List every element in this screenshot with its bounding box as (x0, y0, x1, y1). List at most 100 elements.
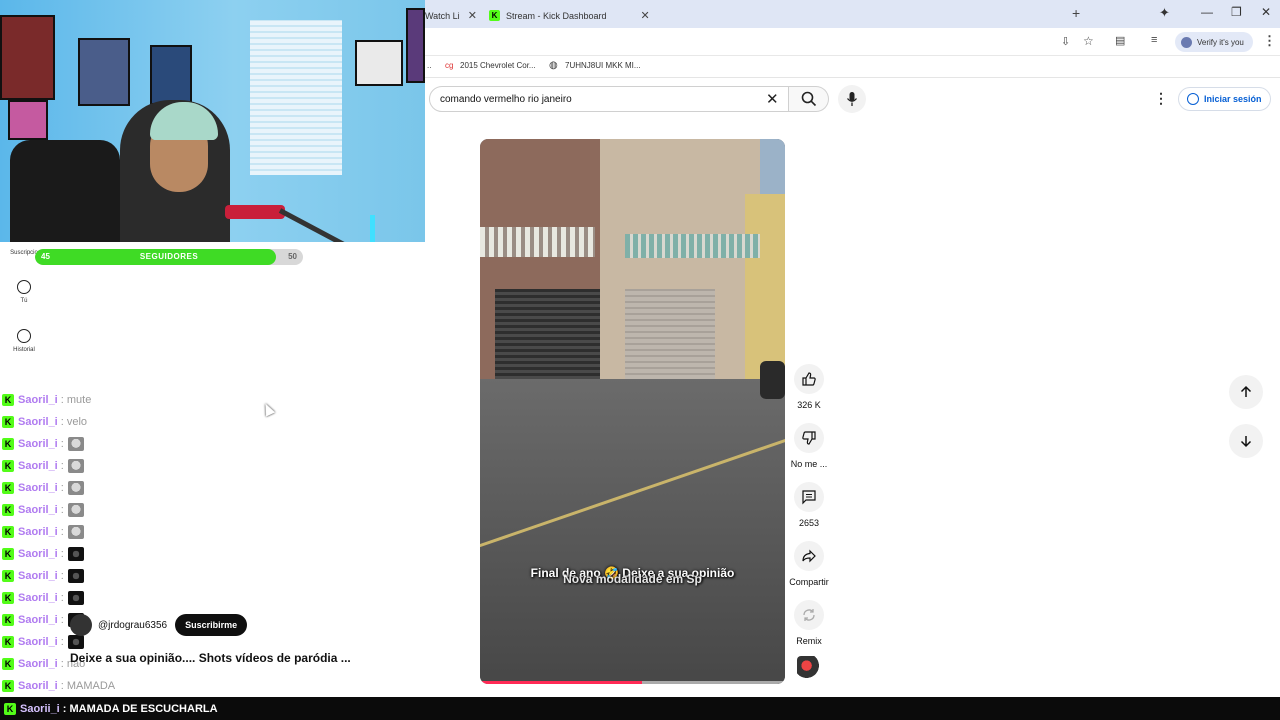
cars-favicon-icon: cg (445, 61, 454, 70)
dark-emote-icon (67, 569, 84, 583)
share-button[interactable] (794, 541, 824, 571)
chat-message: : (60, 570, 64, 582)
chat-line: K Saoril_i: (2, 480, 84, 496)
search-value: comando vermelho rio janeiro (440, 93, 572, 105)
channel-info: @jrdograu6356 Suscribirme (70, 614, 248, 636)
chat-message: : (60, 460, 64, 472)
chat-message: : (60, 592, 64, 604)
poster-frame (406, 8, 425, 83)
search-icon (801, 91, 816, 107)
kick-badge-icon: K (2, 482, 14, 494)
dislike-label: No me ... (790, 459, 828, 469)
chat-username: Saoril_i (18, 526, 58, 538)
minimize-icon[interactable]: — (1201, 5, 1213, 19)
chat-message: : MAMADA (60, 680, 116, 692)
comment-icon (802, 490, 816, 505)
gemini-icon[interactable]: ✦ (1159, 5, 1170, 21)
next-video-button[interactable] (1229, 424, 1263, 458)
webcam-window-blinds (250, 20, 342, 175)
chat-line: K Saoril_i: (2, 568, 84, 584)
remix-label: Remix (796, 636, 822, 646)
chat-username: Saoril_i (18, 680, 58, 692)
close-window-icon[interactable]: ✕ (1261, 5, 1271, 19)
sidebar-item-history[interactable]: Historial (0, 329, 48, 353)
chat-username: Saoril_i (18, 614, 58, 626)
sidebar-item-you[interactable]: Tú (0, 280, 48, 304)
search-button[interactable] (789, 86, 829, 112)
close-tab-icon[interactable]: ✕ (641, 9, 650, 22)
bookmark-star-icon[interactable]: ☆ (1083, 34, 1094, 48)
webcam-led-light (370, 215, 375, 242)
settings-menu-icon[interactable]: ⋮ (1154, 90, 1168, 107)
chat-message: : (60, 548, 64, 560)
bookmark-item[interactable]: 7UHNJ8UI MKK MI... (565, 61, 641, 70)
video-progress-bar[interactable] (480, 681, 785, 684)
chat-username: Saoril_i (18, 592, 58, 604)
webcam-chair (10, 140, 120, 242)
kick-badge-icon: K (2, 614, 14, 626)
channel-avatar[interactable] (70, 614, 92, 636)
media-control-icon[interactable]: ≡ (1151, 34, 1157, 46)
search-input[interactable]: comando vermelho rio janeiro (429, 86, 789, 112)
share-label: Compartir (789, 577, 829, 587)
install-app-icon[interactable]: ⇩ (1061, 35, 1070, 48)
comments-button[interactable] (794, 482, 824, 512)
kick-badge-icon: K (2, 460, 14, 472)
like-button[interactable] (794, 364, 824, 394)
like-count: 326 K (797, 400, 821, 410)
restore-icon[interactable]: ❐ (1231, 5, 1242, 19)
close-tab-icon[interactable]: ✕ (468, 9, 477, 22)
verify-profile-button[interactable]: Verify it's you (1175, 32, 1253, 52)
chat-line: K Saoril_i: (2, 502, 84, 518)
verify-label: Verify it's you (1197, 37, 1244, 47)
chat-line: K Saoril_i: mute (2, 392, 91, 408)
video-title[interactable]: Deixe a sua opinião.... Shots vídeos de … (70, 651, 351, 665)
new-tab-button[interactable]: + (1072, 5, 1080, 21)
kick-badge-icon: K (2, 592, 14, 604)
chat-message: : (60, 636, 64, 648)
signin-button[interactable]: Iniciar sesión (1178, 87, 1271, 111)
previous-video-button[interactable] (1229, 375, 1263, 409)
cat-emote-icon (67, 481, 84, 495)
chat-username: Saorii_i (20, 702, 60, 715)
browser-menu-icon[interactable]: ⋮ (1263, 33, 1276, 49)
subscribe-button[interactable]: Suscribirme (175, 614, 248, 636)
chat-username: Saoril_i (18, 504, 58, 516)
cat-emote-icon (67, 525, 84, 539)
profile-avatar-icon (1181, 36, 1192, 48)
chat-line: K Saoril_i: (2, 634, 84, 650)
kick-badge-icon: K (2, 658, 14, 670)
clear-search-icon[interactable]: ✕ (766, 90, 779, 108)
chat-username: Saoril_i (18, 460, 58, 472)
mouse-cursor (260, 401, 276, 417)
channel-handle[interactable]: @jrdograu6356 (98, 620, 167, 631)
short-video-player[interactable]: Final de ano 🤣 Deixe a sua opinião Nova … (480, 139, 785, 684)
cat-emote-icon (67, 459, 84, 473)
kick-badge-icon: K (4, 702, 16, 715)
dark-emote-icon (67, 591, 84, 605)
dark-emote-icon (67, 547, 84, 561)
chat-username: Saoril_i (18, 438, 58, 450)
globe-icon: ◍ (549, 60, 558, 71)
microphone-icon (846, 92, 858, 106)
kick-badge-icon: K (2, 636, 14, 648)
dislike-button[interactable] (794, 423, 824, 453)
chat-message: : MAMADA DE ESCUCHARLA (62, 702, 218, 715)
sound-thumbnail[interactable] (797, 656, 821, 680)
tab-watch-live[interactable]: Watch Li ✕ (425, 3, 477, 28)
bookmark-item[interactable]: 2015 Chevrolet Cor... (460, 61, 536, 70)
chat-username: Saoril_i (18, 570, 58, 582)
remix-button[interactable] (794, 600, 824, 630)
account-icon (1187, 93, 1199, 105)
poster-frame (355, 40, 403, 86)
chat-message: : mute (60, 394, 92, 406)
signin-label: Iniciar sesión (1204, 94, 1262, 104)
tab-kick-dashboard[interactable]: K Stream - Kick Dashboard ✕ (489, 3, 650, 28)
reading-mode-icon[interactable]: ▤ (1115, 34, 1125, 47)
bookmark-ellipsis[interactable]: .. (427, 61, 431, 70)
follower-goal-bar: 45 SEGUIDORES 50 (35, 249, 303, 265)
video-balcony (480, 227, 595, 257)
user-icon (17, 280, 31, 294)
voice-search-button[interactable] (838, 85, 866, 113)
kick-badge-icon: K (2, 570, 14, 582)
